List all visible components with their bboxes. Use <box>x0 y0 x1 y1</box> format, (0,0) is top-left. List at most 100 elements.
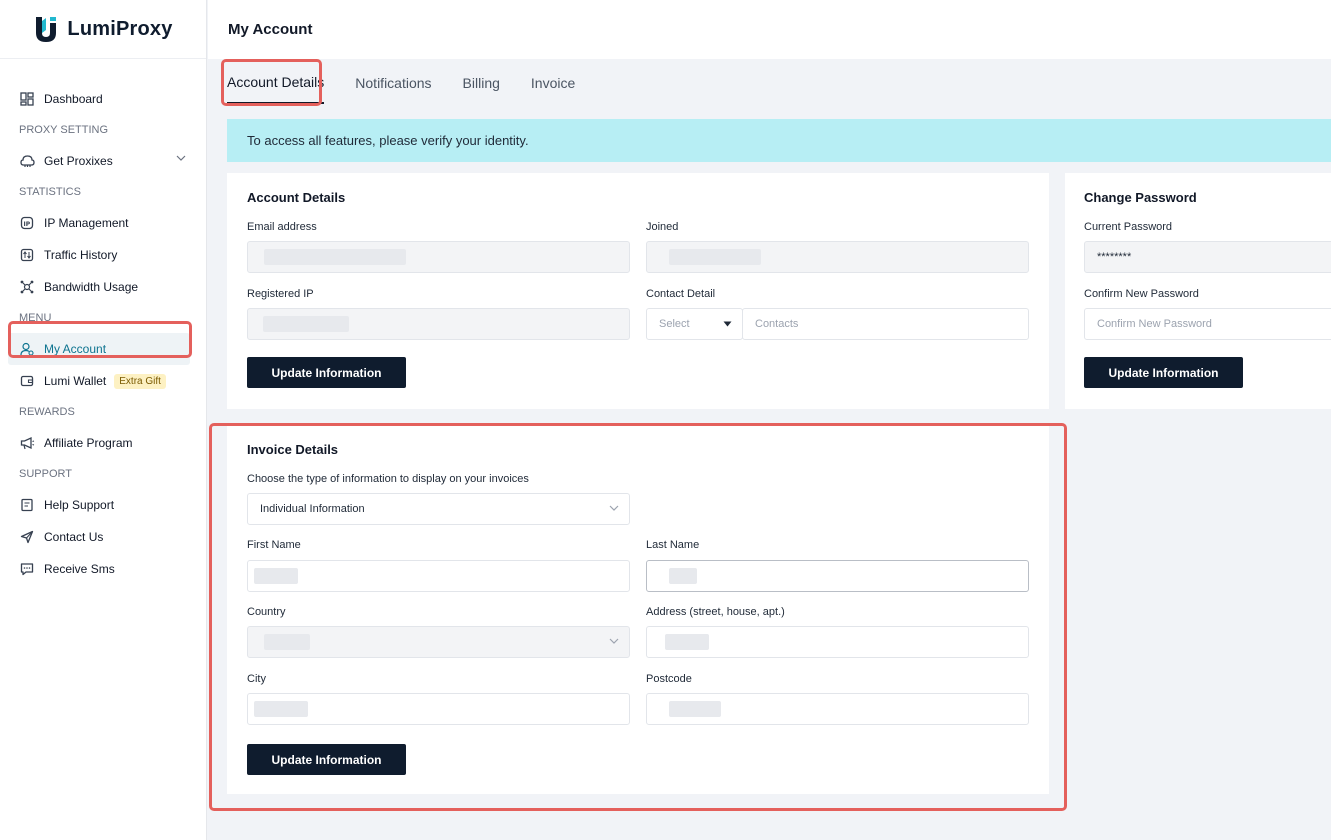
last-name-input[interactable] <box>646 560 1029 592</box>
address-input[interactable] <box>646 626 1029 658</box>
sidebar-item-get-proxies[interactable]: Get Proxixes <box>0 145 206 177</box>
lumiproxy-logo-icon <box>36 17 57 42</box>
dashboard-icon <box>19 91 35 107</box>
extra-gift-badge: Extra Gift <box>114 373 166 389</box>
account-details-card: Account Details Email address Joined Reg… <box>227 173 1049 409</box>
confirm-password-placeholder: Confirm New Password <box>1097 318 1212 330</box>
sidebar-item-label: Bandwidth Usage <box>44 280 139 294</box>
sidebar-item-affiliate-program[interactable]: Affiliate Program <box>0 427 206 459</box>
sidebar-item-receive-sms[interactable]: Receive Sms <box>0 553 206 585</box>
banner-text: To access all features, please verify yo… <box>247 133 529 148</box>
postcode-label: Postcode <box>646 673 692 685</box>
email-label: Email address <box>247 221 317 233</box>
first-name-input[interactable] <box>247 560 630 592</box>
svg-text:IP: IP <box>24 221 31 228</box>
country-select[interactable] <box>247 626 630 658</box>
current-password-value: ******** <box>1097 251 1132 263</box>
wallet-icon <box>19 373 35 389</box>
redacted-value <box>264 249 406 265</box>
sidebar-item-label: Affiliate Program <box>44 436 133 450</box>
postcode-input[interactable] <box>646 693 1029 725</box>
update-invoice-button[interactable]: Update Information <box>247 744 406 775</box>
contacts-input[interactable]: Contacts <box>742 308 1029 340</box>
last-name-label: Last Name <box>646 539 700 551</box>
sidebar-item-contact-us[interactable]: Contact Us <box>0 521 206 553</box>
chevron-down-icon <box>609 638 619 644</box>
sidebar-item-help-support[interactable]: Help Support <box>0 489 206 521</box>
confirm-password-label: Confirm New Password <box>1084 288 1199 300</box>
email-field[interactable] <box>247 241 630 273</box>
tab-account-details[interactable]: Account Details <box>227 70 325 104</box>
tab-billing[interactable]: Billing <box>463 70 500 104</box>
contact-type-select[interactable]: Select <box>646 308 743 340</box>
sidebar-item-label: Traffic History <box>44 248 118 262</box>
invoice-type-value: Individual Information <box>260 503 365 515</box>
invoice-type-label: Choose the type of information to displa… <box>247 473 529 485</box>
joined-label: Joined <box>646 221 679 233</box>
page-title: My Account <box>228 21 313 38</box>
verify-identity-banner: To access all features, please verify yo… <box>227 119 1331 162</box>
tab-invoice[interactable]: Invoice <box>531 70 575 104</box>
change-password-card: Change Password Current Password *******… <box>1065 173 1331 409</box>
address-label: Address (street, house, apt.) <box>646 606 785 618</box>
country-label: Country <box>247 606 286 618</box>
current-password-field[interactable]: ******** <box>1084 241 1331 273</box>
first-name-label: First Name <box>247 539 301 551</box>
redacted-value <box>665 634 709 650</box>
sidebar-item-label: My Account <box>44 342 107 356</box>
invoice-details-title: Invoice Details <box>247 442 339 457</box>
section-rewards: REWARDS <box>19 406 75 418</box>
account-tabs: Account Details Notifications Billing In… <box>227 70 606 104</box>
section-support: SUPPORT <box>19 468 72 480</box>
redacted-value <box>254 568 298 584</box>
redacted-value <box>263 316 349 332</box>
chevron-down-icon <box>609 505 619 511</box>
current-password-label: Current Password <box>1084 221 1173 233</box>
sidebar-item-label: Lumi Wallet <box>44 374 107 388</box>
sidebar-item-bandwidth-usage[interactable]: Bandwidth Usage <box>0 271 206 303</box>
sidebar-item-ip-management[interactable]: IP IP Management <box>0 207 206 239</box>
redacted-value <box>669 249 761 265</box>
sidebar-nav: Dashboard PROXY SETTING Get Proxixes STA… <box>0 59 206 585</box>
update-account-button[interactable]: Update Information <box>247 357 406 388</box>
send-icon <box>19 529 35 545</box>
redacted-value <box>669 568 697 584</box>
confirm-password-input[interactable]: Confirm New Password <box>1084 308 1331 340</box>
sidebar-item-label: Receive Sms <box>44 562 115 576</box>
sidebar-item-label: Help Support <box>44 498 115 512</box>
update-password-button[interactable]: Update Information <box>1084 357 1243 388</box>
sidebar-item-dashboard[interactable]: Dashboard <box>0 83 206 115</box>
network-icon <box>19 153 35 169</box>
megaphone-icon <box>19 435 35 451</box>
section-proxy-setting: PROXY SETTING <box>19 124 109 136</box>
tab-notifications[interactable]: Notifications <box>355 70 431 104</box>
invoice-type-select[interactable]: Individual Information <box>247 493 630 525</box>
registered-ip-field <box>247 308 630 340</box>
sidebar-item-label: Contact Us <box>44 530 104 544</box>
invoice-details-card: Invoice Details Choose the type of infor… <box>227 425 1049 794</box>
sidebar-item-my-account[interactable]: My Account <box>8 333 190 365</box>
sidebar-item-traffic-history[interactable]: Traffic History <box>0 239 206 271</box>
help-book-icon <box>19 497 35 513</box>
caret-down-icon <box>723 321 732 327</box>
city-label: City <box>247 673 266 685</box>
change-password-title: Change Password <box>1084 190 1197 205</box>
section-statistics: STATISTICS <box>19 186 81 198</box>
user-settings-icon <box>19 341 35 357</box>
bandwidth-icon <box>19 279 35 295</box>
sidebar-item-lumi-wallet[interactable]: Lumi Wallet Extra Gift <box>0 365 206 397</box>
chevron-down-icon[interactable] <box>176 155 186 161</box>
account-details-title: Account Details <box>247 190 346 205</box>
joined-field <box>646 241 1029 273</box>
city-input[interactable] <box>247 693 630 725</box>
section-menu: MENU <box>19 312 52 324</box>
contacts-placeholder: Contacts <box>755 318 799 330</box>
traffic-history-icon <box>19 247 35 263</box>
redacted-value <box>254 701 308 717</box>
brand-logo[interactable]: LumiProxy <box>0 0 206 59</box>
contact-detail-label: Contact Detail <box>646 288 716 300</box>
sidebar-item-label: IP Management <box>44 216 129 230</box>
sidebar: LumiProxy Dashboard PROXY SETTING Get Pr… <box>0 0 207 840</box>
sidebar-item-label: Get Proxixes <box>44 154 113 168</box>
select-placeholder: Select <box>659 318 690 330</box>
